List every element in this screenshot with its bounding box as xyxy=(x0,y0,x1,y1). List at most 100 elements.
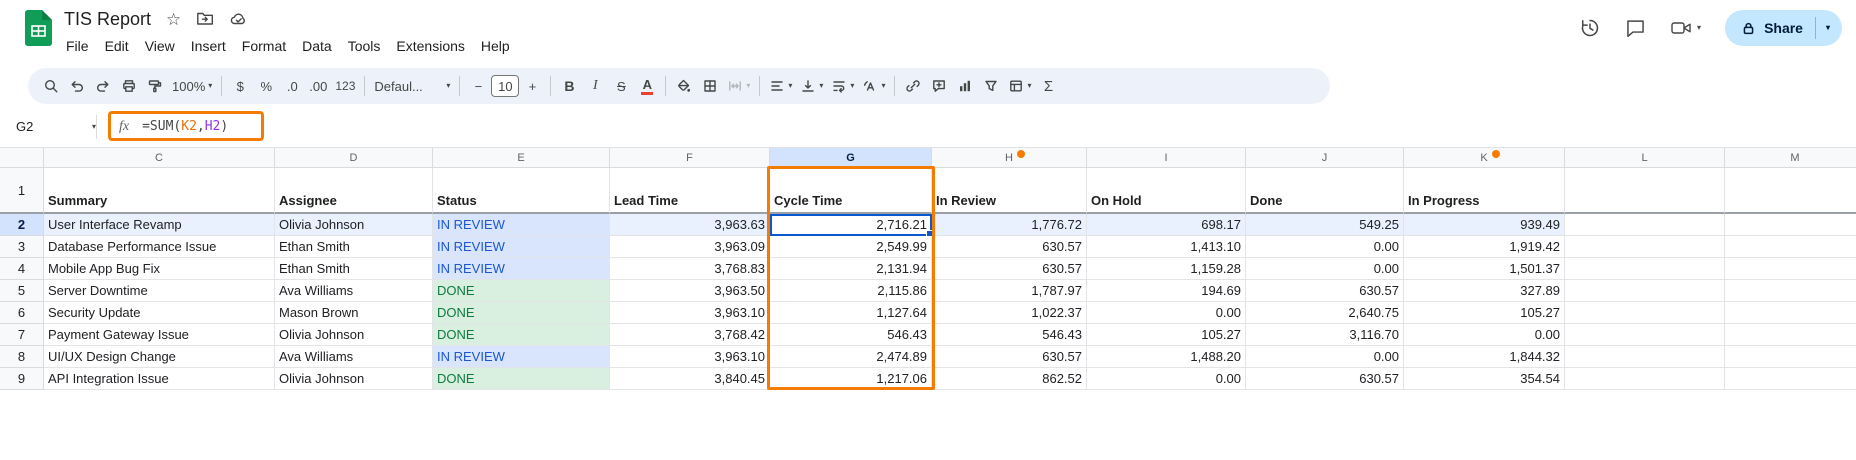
cell-C2[interactable]: User Interface Revamp xyxy=(44,214,275,236)
cell-J3[interactable]: 0.00 xyxy=(1246,236,1404,258)
column-header-H[interactable]: H xyxy=(932,148,1087,168)
column-header-I[interactable]: I xyxy=(1087,148,1246,168)
row-header-1[interactable]: 1 xyxy=(0,168,44,214)
cell-M3[interactable] xyxy=(1725,236,1856,258)
vertical-align-button[interactable]: ▾ xyxy=(796,72,827,100)
cell-F6[interactable]: 3,963.10 xyxy=(610,302,770,324)
cell-D4[interactable]: Ethan Smith xyxy=(275,258,433,280)
cell-F7[interactable]: 3,768.42 xyxy=(610,324,770,346)
cell-L1[interactable] xyxy=(1565,168,1725,214)
menu-insert[interactable]: Insert xyxy=(183,34,234,58)
cell-D5[interactable]: Ava Williams xyxy=(275,280,433,302)
cell-J5[interactable]: 630.57 xyxy=(1246,280,1404,302)
increase-font-size-button[interactable]: + xyxy=(519,72,545,100)
horizontal-align-button[interactable]: ▾ xyxy=(765,72,796,100)
cell-G3[interactable]: 2,549.99 xyxy=(770,236,932,258)
cell-I6[interactable]: 0.00 xyxy=(1087,302,1246,324)
cell-H7[interactable]: 546.43 xyxy=(932,324,1087,346)
cell-C5[interactable]: Server Downtime xyxy=(44,280,275,302)
cell-K2[interactable]: 939.49 xyxy=(1404,214,1565,236)
share-button[interactable]: Share ▾ xyxy=(1725,10,1842,46)
cell-L3[interactable] xyxy=(1565,236,1725,258)
formula-input[interactable]: =SUM(K2,H2) xyxy=(142,119,228,134)
sheets-logo-icon[interactable] xyxy=(25,10,52,46)
menu-file[interactable]: File xyxy=(58,34,97,58)
cell-J1[interactable]: Done xyxy=(1246,168,1404,214)
cell-L5[interactable] xyxy=(1565,280,1725,302)
cell-H3[interactable]: 630.57 xyxy=(932,236,1087,258)
cell-I9[interactable]: 0.00 xyxy=(1087,368,1246,390)
cell-M9[interactable] xyxy=(1725,368,1856,390)
cell-D8[interactable]: Ava Williams xyxy=(275,346,433,368)
cell-E4[interactable]: IN REVIEW xyxy=(433,258,610,280)
cell-G5[interactable]: 2,115.86 xyxy=(770,280,932,302)
search-menus-button[interactable] xyxy=(38,72,64,100)
paint-format-button[interactable] xyxy=(142,72,168,100)
cell-K9[interactable]: 354.54 xyxy=(1404,368,1565,390)
cell-F4[interactable]: 3,768.83 xyxy=(610,258,770,280)
number-format-button[interactable]: 123 xyxy=(331,72,359,100)
cell-K6[interactable]: 105.27 xyxy=(1404,302,1565,324)
create-filter-button[interactable] xyxy=(978,72,1004,100)
cell-K4[interactable]: 1,501.37 xyxy=(1404,258,1565,280)
table-views-button[interactable]: ▾ xyxy=(1004,72,1035,100)
cell-C7[interactable]: Payment Gateway Issue xyxy=(44,324,275,346)
cell-C9[interactable]: API Integration Issue xyxy=(44,368,275,390)
cell-L8[interactable] xyxy=(1565,346,1725,368)
column-header-K[interactable]: K xyxy=(1404,148,1565,168)
cell-H6[interactable]: 1,022.37 xyxy=(932,302,1087,324)
cell-D3[interactable]: Ethan Smith xyxy=(275,236,433,258)
cell-H2[interactable]: 1,776.72 xyxy=(932,214,1087,236)
cell-C4[interactable]: Mobile App Bug Fix xyxy=(44,258,275,280)
cell-E5[interactable]: DONE xyxy=(433,280,610,302)
text-rotation-button[interactable]: ▾ xyxy=(858,72,889,100)
merge-cells-button[interactable]: ▾ xyxy=(723,72,754,100)
cell-I3[interactable]: 1,413.10 xyxy=(1087,236,1246,258)
font-size-input[interactable]: 10 xyxy=(491,75,519,97)
cell-H8[interactable]: 630.57 xyxy=(932,346,1087,368)
cell-G9[interactable]: 1,217.06 xyxy=(770,368,932,390)
menu-format[interactable]: Format xyxy=(234,34,294,58)
cell-F5[interactable]: 3,963.50 xyxy=(610,280,770,302)
cell-F1[interactable]: Lead Time xyxy=(610,168,770,214)
zoom-control[interactable]: 100%▾ xyxy=(168,72,216,100)
cell-F3[interactable]: 3,963.09 xyxy=(610,236,770,258)
cell-I1[interactable]: On Hold xyxy=(1087,168,1246,214)
cell-I4[interactable]: 1,159.28 xyxy=(1087,258,1246,280)
cell-J6[interactable]: 2,640.75 xyxy=(1246,302,1404,324)
cell-M8[interactable] xyxy=(1725,346,1856,368)
text-color-button[interactable]: A xyxy=(634,72,660,100)
comments-icon[interactable] xyxy=(1625,18,1646,39)
functions-button[interactable]: Σ xyxy=(1035,72,1061,100)
cell-G8[interactable]: 2,474.89 xyxy=(770,346,932,368)
cell-F2[interactable]: 3,963.63 xyxy=(610,214,770,236)
menu-extensions[interactable]: Extensions xyxy=(388,34,472,58)
strikethrough-button[interactable]: S xyxy=(608,72,634,100)
decrease-font-size-button[interactable]: − xyxy=(465,72,491,100)
cell-E7[interactable]: DONE xyxy=(433,324,610,346)
cell-L4[interactable] xyxy=(1565,258,1725,280)
meet-button[interactable]: ▾ xyxy=(1670,18,1701,38)
cell-E1[interactable]: Status xyxy=(433,168,610,214)
cell-H4[interactable]: 630.57 xyxy=(932,258,1087,280)
column-header-D[interactable]: D xyxy=(275,148,433,168)
format-percent-button[interactable]: % xyxy=(253,72,279,100)
increase-decimal-button[interactable]: .00 xyxy=(305,72,331,100)
decrease-decimal-button[interactable]: .0 xyxy=(279,72,305,100)
row-header-8[interactable]: 8 xyxy=(0,346,44,368)
menu-data[interactable]: Data xyxy=(294,34,340,58)
cell-D6[interactable]: Mason Brown xyxy=(275,302,433,324)
format-currency-button[interactable]: $ xyxy=(227,72,253,100)
cell-I7[interactable]: 105.27 xyxy=(1087,324,1246,346)
cell-E3[interactable]: IN REVIEW xyxy=(433,236,610,258)
cell-D9[interactable]: Olivia Johnson xyxy=(275,368,433,390)
cell-G4[interactable]: 2,131.94 xyxy=(770,258,932,280)
menu-view[interactable]: View xyxy=(137,34,183,58)
column-header-E[interactable]: E xyxy=(433,148,610,168)
menu-edit[interactable]: Edit xyxy=(97,34,137,58)
undo-button[interactable] xyxy=(64,72,90,100)
cell-H9[interactable]: 862.52 xyxy=(932,368,1087,390)
cell-L7[interactable] xyxy=(1565,324,1725,346)
column-header-J[interactable]: J xyxy=(1246,148,1404,168)
cell-K7[interactable]: 0.00 xyxy=(1404,324,1565,346)
